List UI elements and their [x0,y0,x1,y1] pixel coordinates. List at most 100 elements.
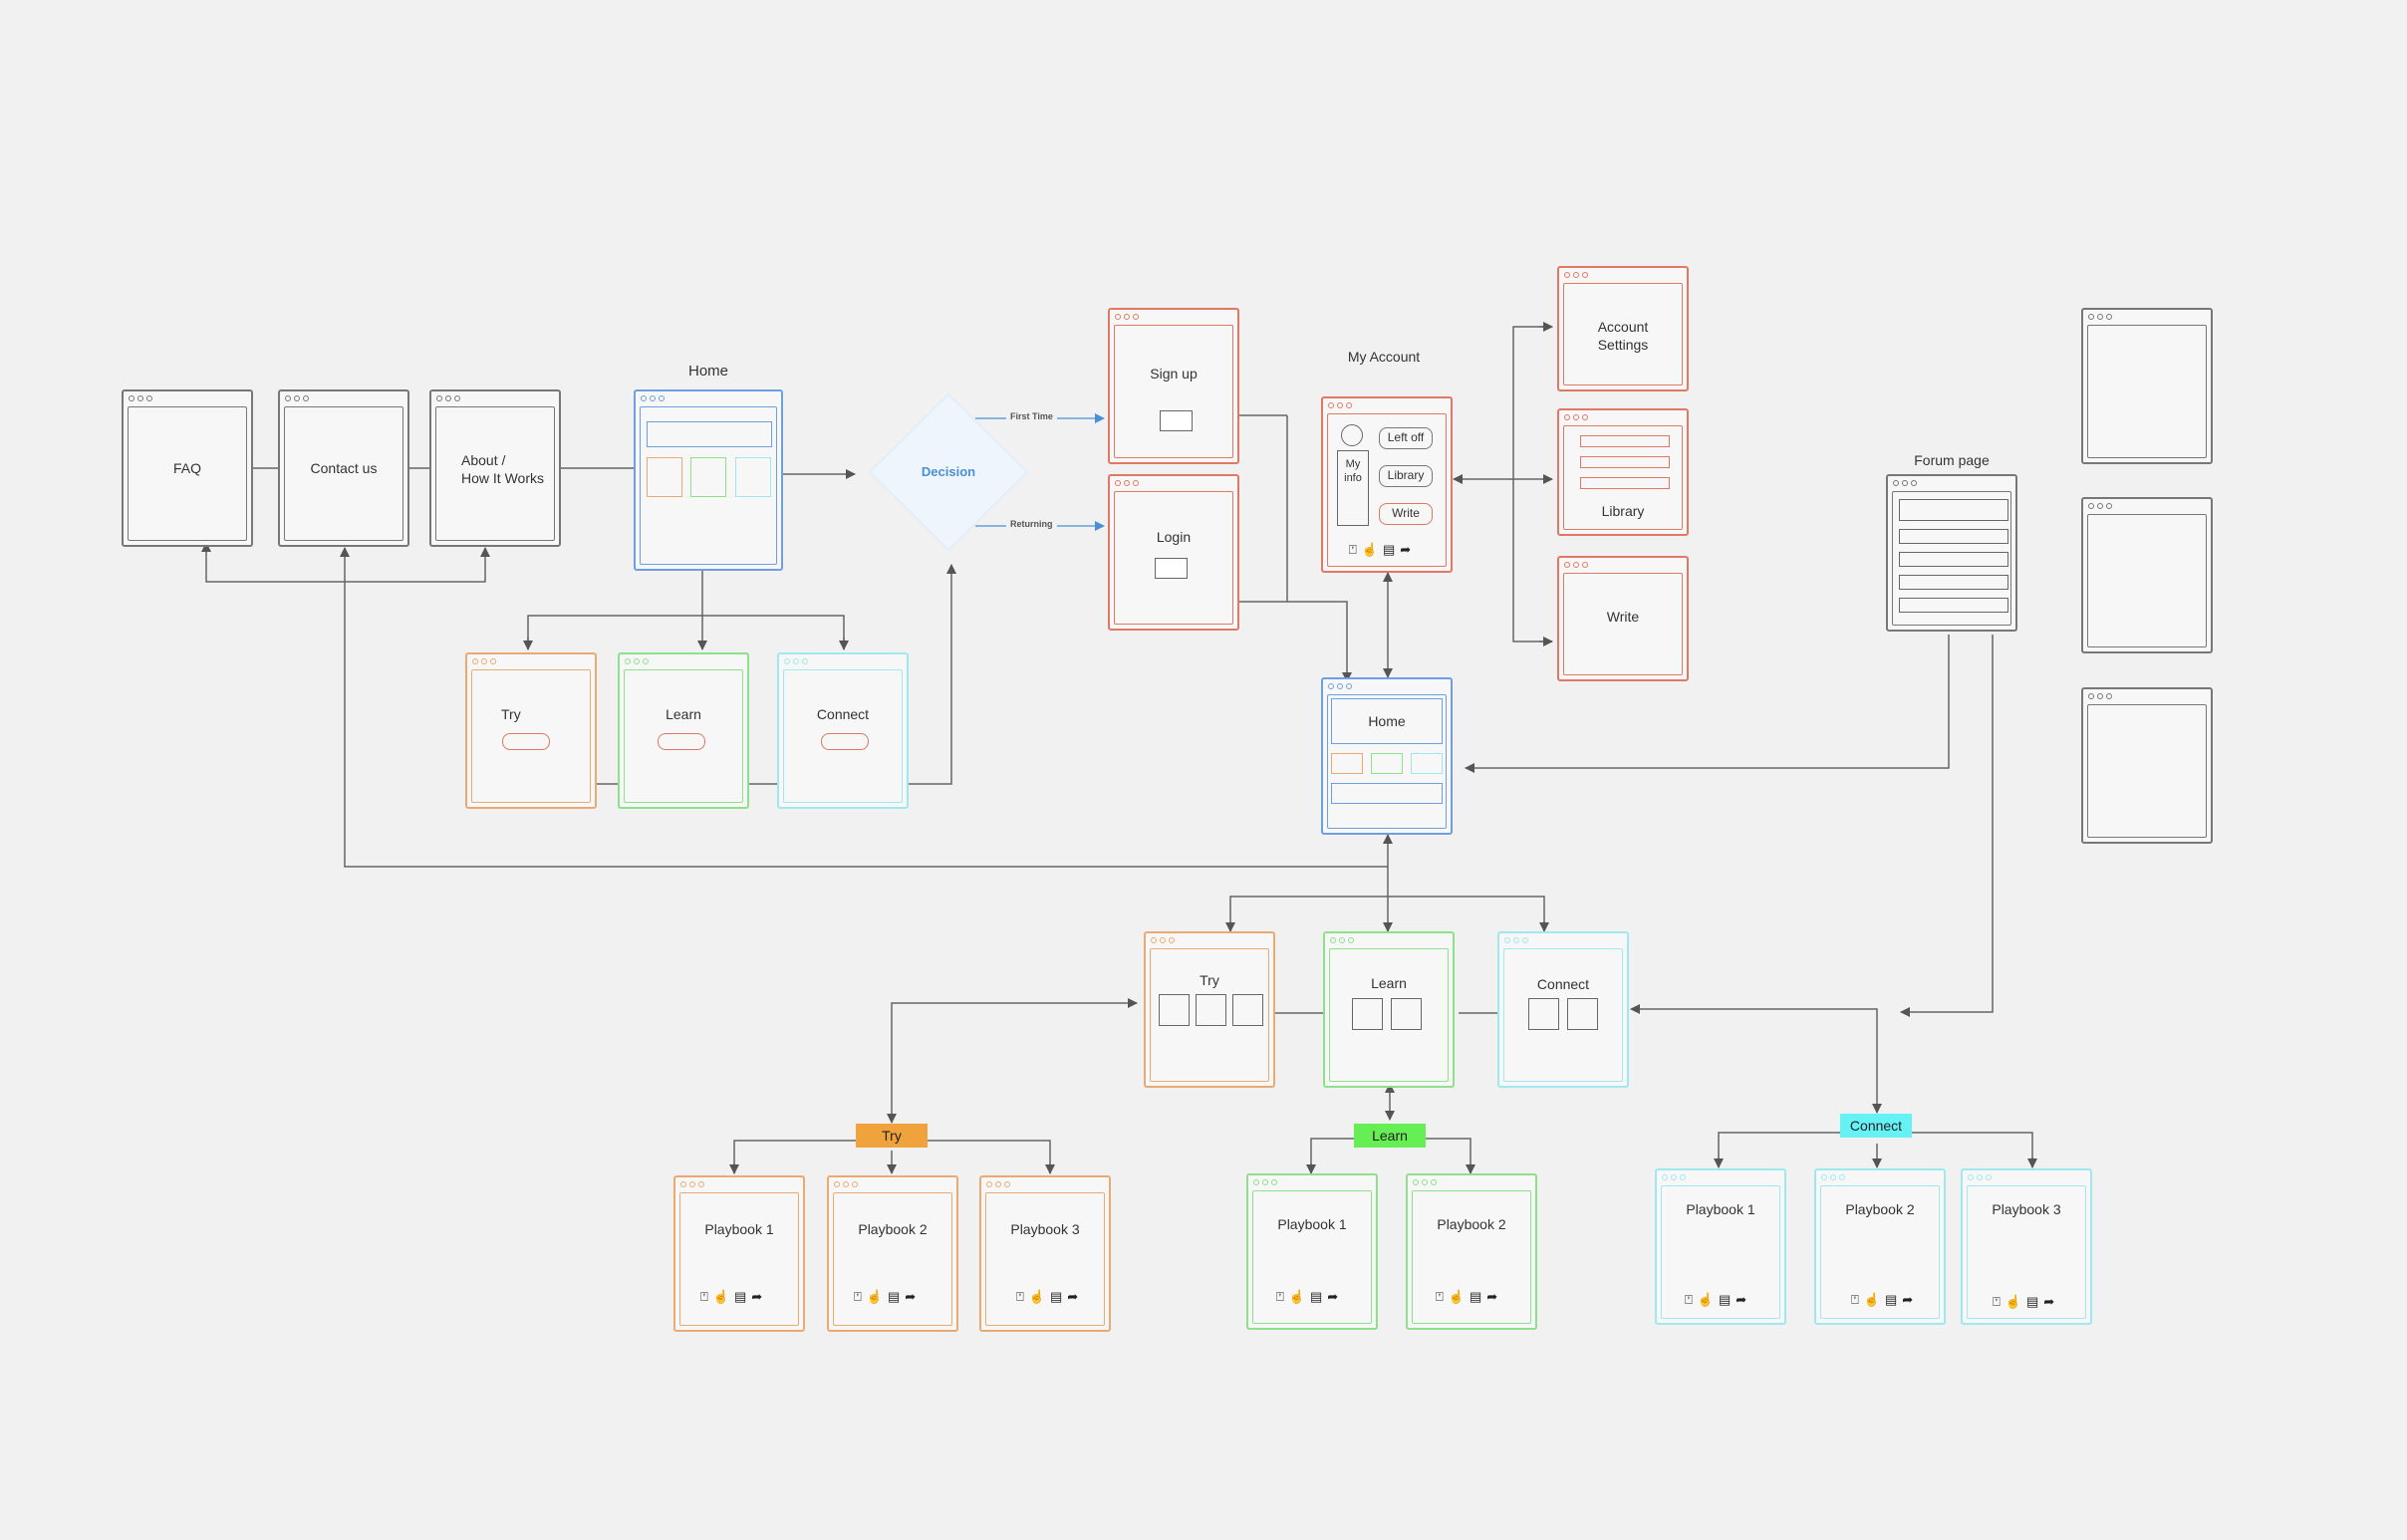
bookmark-icon[interactable]: ⍞ [1276,1289,1289,1305]
bookmark-icon[interactable]: ⍞ [1851,1292,1864,1308]
connect-page-mid[interactable]: Connect [1497,931,1629,1088]
share-icon[interactable]: ➦ [751,1289,767,1305]
login-page[interactable]: Login [1108,474,1239,631]
playbook-label: Playbook 1 [1686,1201,1755,1217]
share-icon[interactable]: ➦ [1902,1292,1918,1308]
playbook-label: Playbook 3 [1992,1201,2061,1217]
faq-page[interactable]: FAQ [122,389,253,547]
share-icon[interactable]: ➦ [905,1289,921,1305]
connect-playbook-3[interactable]: Playbook 3 ⍞☝▤➦ [1961,1168,2092,1325]
try-playbook-3[interactable]: Playbook 3 ⍞☝▤➦ [979,1175,1111,1332]
library-row [1580,435,1670,447]
thumbs-up-icon[interactable]: ☝ [1698,1292,1719,1308]
share-icon[interactable]: ➦ [1486,1289,1502,1305]
thumbs-up-icon[interactable]: ☝ [867,1289,888,1305]
learn-label-mid: Learn [1371,975,1407,991]
comment-icon[interactable]: ▤ [1885,1292,1902,1308]
action-icons: ⍞☝▤➦ [1685,1292,1751,1308]
try-label-top: Try [501,706,521,722]
try-playbook-1[interactable]: Playbook 1 ⍞☝▤➦ [673,1175,805,1332]
home2-try-card [1331,753,1363,774]
about-page[interactable]: About / How It Works [429,389,561,547]
home-title: Home [687,363,728,380]
learn-item [1352,998,1383,1030]
empty-window[interactable] [2081,497,2213,653]
learn-button-top[interactable] [658,733,705,750]
connect-page-top[interactable]: Connect [777,652,909,809]
try-tag[interactable]: Try [856,1124,928,1148]
bookmark-icon[interactable]: ⍞ [854,1289,867,1305]
learn-playbook-1[interactable]: Playbook 1 ⍞☝▤➦ [1246,1173,1378,1330]
thumbs-up-icon[interactable]: ☝ [1864,1292,1885,1308]
connect-tag[interactable]: Connect [1840,1114,1912,1138]
decision-label: Decision [921,464,976,479]
action-icons: ⍞☝▤➦ [1436,1289,1502,1305]
try-item [1232,994,1263,1026]
share-icon[interactable]: ➦ [1067,1289,1083,1305]
bookmark-icon[interactable]: ⍞ [1016,1289,1029,1305]
share-icon[interactable]: ➦ [1736,1292,1751,1308]
thumbs-up-icon[interactable]: ☝ [2006,1294,2026,1310]
bookmark-icon[interactable]: ⍞ [700,1289,713,1305]
thumbs-up-icon[interactable]: ☝ [1449,1289,1470,1305]
connect-playbook-2[interactable]: Playbook 2 ⍞☝▤➦ [1814,1168,1946,1325]
try-playbook-2[interactable]: Playbook 2 ⍞☝▤➦ [827,1175,958,1332]
signup-page[interactable]: Sign up [1108,308,1239,464]
my-account-page[interactable]: My info Left off Library Write ⍞☝▤➦ [1321,396,1453,573]
comment-icon[interactable]: ▤ [1310,1289,1327,1305]
share-icon[interactable]: ➦ [1327,1289,1343,1305]
account-settings-page[interactable]: Account Settings [1557,266,1689,391]
comment-icon[interactable]: ▤ [1719,1292,1736,1308]
try-button-top[interactable] [502,733,550,750]
try-page-mid[interactable]: Try [1144,931,1275,1088]
comment-icon[interactable]: ▤ [1470,1289,1486,1305]
comment-icon[interactable]: ▤ [734,1289,751,1305]
share-icon[interactable]: ➦ [2043,1294,2059,1310]
action-icons: ⍞☝▤➦ [854,1289,921,1305]
home2-learn-card [1371,753,1403,774]
learn-page-top[interactable]: Learn [618,652,749,809]
write-page[interactable]: Write [1557,556,1689,681]
forum-thread [1899,529,2008,544]
bookmark-icon[interactable]: ⍞ [1993,1294,2006,1310]
flow-diagram: FAQ Contact us About / How It Works Home… [0,0,2407,1540]
home-connect-card [735,457,771,497]
comment-icon[interactable]: ▤ [1383,542,1400,558]
learn-tag[interactable]: Learn [1354,1124,1426,1148]
home2-label: Home [1368,713,1406,729]
bookmark-icon[interactable]: ⍞ [1685,1292,1698,1308]
comment-icon[interactable]: ▤ [2026,1294,2043,1310]
contact-page[interactable]: Contact us [278,389,409,547]
action-icons: ⍞☝▤➦ [1349,542,1416,558]
connect-item [1528,998,1559,1030]
left-off-button[interactable]: Left off [1379,427,1433,449]
thumbs-up-icon[interactable]: ☝ [713,1289,734,1305]
library-button[interactable]: Library [1379,465,1433,487]
library-page[interactable]: Library [1557,408,1689,536]
comment-icon[interactable]: ▤ [1050,1289,1067,1305]
write-label: Write [1606,609,1640,625]
empty-window[interactable] [2081,308,2213,464]
library-row [1580,477,1670,489]
bookmark-icon[interactable]: ⍞ [1349,542,1362,558]
comment-icon[interactable]: ▤ [888,1289,905,1305]
learn-page-mid[interactable]: Learn [1323,931,1455,1088]
bookmark-icon[interactable]: ⍞ [1436,1289,1449,1305]
try-label-mid: Try [1200,972,1219,988]
home-page-2[interactable]: Home [1321,677,1453,835]
learn-playbook-2[interactable]: Playbook 2 ⍞☝▤➦ [1406,1173,1537,1330]
empty-window[interactable] [2081,687,2213,844]
thumbs-up-icon[interactable]: ☝ [1362,542,1383,558]
thumbs-up-icon[interactable]: ☝ [1289,1289,1310,1305]
share-icon[interactable]: ➦ [1400,542,1416,558]
write-button[interactable]: Write [1379,503,1433,525]
connect-button-top[interactable] [821,733,869,750]
signup-box [1160,410,1193,431]
try-item [1196,994,1226,1026]
home-page[interactable] [634,389,783,571]
connect-label-mid: Connect [1536,976,1590,992]
thumbs-up-icon[interactable]: ☝ [1029,1289,1050,1305]
forum-page[interactable] [1886,474,2017,632]
try-page-top[interactable]: Try [465,652,597,809]
connect-playbook-1[interactable]: Playbook 1 ⍞☝▤➦ [1655,1168,1786,1325]
